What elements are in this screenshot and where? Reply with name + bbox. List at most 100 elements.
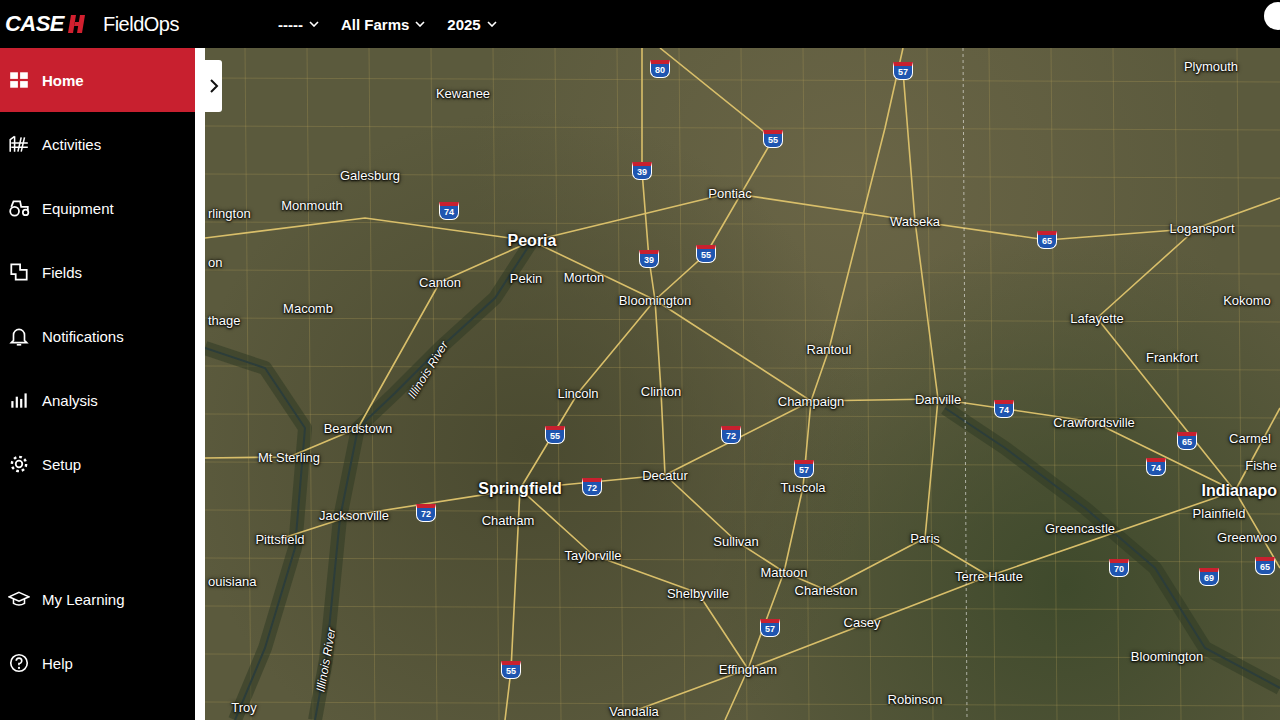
highway-number: 55 [768,136,778,145]
place-label: Indianapo [1201,483,1277,499]
place-label: Kewanee [436,87,490,100]
highway-shield: 74 [439,202,459,220]
map-labels: KewaneePlymouthGalesburgMonmouthrlington… [205,48,1280,720]
place-label: Champaign [778,395,845,408]
sidebar-item-label: Equipment [42,201,114,216]
sidebar-item-label: Activities [42,137,101,152]
place-label: Frankfort [1146,351,1198,364]
highway-number: 39 [637,168,647,177]
sidebar-item[interactable]: Analysis [0,368,195,432]
home-icon [8,69,30,91]
highway-shield: 57 [893,62,913,80]
bell-icon [8,325,30,347]
place-label: Greencastle [1045,522,1115,535]
highway-shield: 55 [545,426,565,444]
highway-shield: 69 [1199,568,1219,586]
highway-shield: 72 [582,478,602,496]
avatar[interactable] [1264,2,1280,30]
highway-number: 72 [587,484,597,493]
place-label: Vandalia [609,705,659,718]
place-label: Clinton [641,385,681,398]
highway-number: 65 [1182,438,1192,447]
sidebar-item[interactable]: Home [0,48,195,112]
map[interactable]: KewaneePlymouthGalesburgMonmouthrlington… [205,48,1280,720]
place-label: Shelbyville [667,587,729,600]
filter-bar: ----- All Farms 2025 [278,13,497,36]
sidebar-item-label: Fields [42,265,82,280]
highway-shield: 80 [650,60,670,78]
highway-number: 69 [1204,574,1214,583]
highway-number: 72 [421,510,431,519]
highway-shield: 72 [416,504,436,522]
sidebar-item[interactable]: Equipment [0,176,195,240]
place-label: Pittsfield [255,533,304,546]
sidebar-footer: My LearningHelp [0,567,195,695]
place-label: Galesburg [340,169,400,182]
place-label: Plainfield [1193,507,1246,520]
highway-shield: 65 [1255,557,1275,575]
place-label: Effingham [719,663,777,676]
filter-dropdown[interactable]: 2025 [447,13,496,36]
sidebar-item[interactable]: Help [0,631,195,695]
place-label: on [208,256,222,269]
place-label: Jacksonville [319,509,389,522]
highway-shield: 70 [1109,559,1129,577]
highway-shield: 74 [994,400,1014,418]
place-label: Lafayette [1070,312,1124,325]
sidebar-item[interactable]: Notifications [0,304,195,368]
place-label: rlington [208,207,251,220]
bar-chart-icon [8,389,30,411]
place-label: Macomb [283,302,333,315]
field-icon [8,261,30,283]
filter-dropdown[interactable]: ----- [278,13,319,36]
filter-label: ----- [278,17,303,32]
filter-label: All Farms [341,17,409,32]
place-label: Plymouth [1184,60,1238,73]
place-label: Carmel [1229,432,1271,445]
highway-number: 80 [655,66,665,75]
divider [195,48,205,720]
logo: CASE [5,13,64,35]
place-label: Bloomington [619,294,691,307]
place-label: Illinois River [406,339,450,400]
place-label: Logansport [1169,222,1234,235]
place-label: Pekin [510,272,543,285]
sidebar-item[interactable]: Fields [0,240,195,304]
highway-number: 65 [1260,563,1270,572]
highway-number: 57 [799,466,809,475]
place-label: Mattoon [761,566,808,579]
place-label: Troy [231,701,257,714]
collapse-button[interactable] [205,60,222,112]
highway-number: 55 [506,667,516,676]
filter-label: 2025 [447,17,480,32]
place-label: thage [208,314,241,327]
place-label: Crawfordsville [1053,416,1135,429]
place-label: Chatham [482,514,535,527]
sidebar-item[interactable]: Setup [0,432,195,496]
place-label: Mt Sterling [258,451,320,464]
highway-shield: 72 [721,426,741,444]
sidebar-item-label: Setup [42,457,81,472]
highway-number: 74 [444,208,454,217]
place-label: Danville [915,393,961,406]
ih-logo-icon [67,14,89,34]
place-label: Tuscola [780,481,825,494]
highway-shield: 74 [1146,458,1166,476]
sidebar-item[interactable]: Activities [0,112,195,176]
chevron-down-icon [309,21,319,27]
terrain [205,48,1280,720]
place-label: Terre Haute [955,570,1023,583]
brand: CASE FieldOps [0,13,278,35]
place-label: Taylorville [564,549,621,562]
place-label: Watseka [890,215,940,228]
place-label: Casey [844,616,881,629]
sidebar-item-label: Notifications [42,329,124,344]
place-label: Paris [910,532,940,545]
highway-number: 65 [1042,237,1052,246]
place-label: Morton [564,271,604,284]
highway-shield: 55 [763,130,783,148]
sidebar-item[interactable]: My Learning [0,567,195,631]
place-label: Springfield [478,481,562,497]
help-icon [8,652,30,674]
filter-dropdown[interactable]: All Farms [341,13,425,36]
